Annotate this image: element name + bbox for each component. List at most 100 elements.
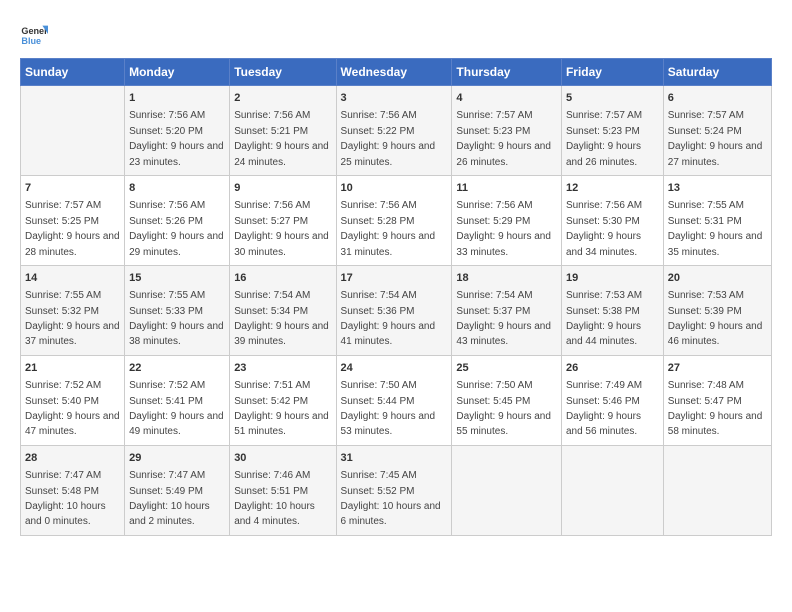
sunrise-text: Sunrise: 7:56 AM — [234, 200, 310, 211]
daylight-text: Daylight: 9 hours and 39 minutes. — [234, 321, 329, 347]
calendar-cell — [21, 86, 125, 176]
calendar-cell: 27Sunrise: 7:48 AMSunset: 5:47 PMDayligh… — [663, 355, 771, 445]
daylight-text: Daylight: 9 hours and 31 minutes. — [341, 231, 436, 257]
sunset-text: Sunset: 5:32 PM — [25, 306, 99, 317]
sunset-text: Sunset: 5:39 PM — [668, 306, 742, 317]
date-number: 5 — [566, 91, 659, 106]
calendar-cell: 28Sunrise: 7:47 AMSunset: 5:48 PMDayligh… — [21, 445, 125, 535]
date-number: 12 — [566, 181, 659, 196]
sunrise-text: Sunrise: 7:56 AM — [234, 110, 310, 121]
sunset-text: Sunset: 5:23 PM — [566, 126, 640, 137]
daylight-text: Daylight: 9 hours and 35 minutes. — [668, 231, 763, 257]
calendar-cell: 19Sunrise: 7:53 AMSunset: 5:38 PMDayligh… — [561, 265, 663, 355]
sunset-text: Sunset: 5:51 PM — [234, 486, 308, 497]
logo-icon: General Blue — [20, 20, 48, 48]
calendar-cell: 9Sunrise: 7:56 AMSunset: 5:27 PMDaylight… — [230, 175, 336, 265]
date-number: 21 — [25, 361, 120, 376]
header-row: SundayMondayTuesdayWednesdayThursdayFrid… — [21, 59, 772, 86]
sunrise-text: Sunrise: 7:55 AM — [129, 290, 205, 301]
calendar-week-4: 21Sunrise: 7:52 AMSunset: 5:40 PMDayligh… — [21, 355, 772, 445]
daylight-text: Daylight: 9 hours and 56 minutes. — [566, 411, 641, 437]
date-number: 15 — [129, 271, 225, 286]
sunset-text: Sunset: 5:41 PM — [129, 396, 203, 407]
sunrise-text: Sunrise: 7:53 AM — [566, 290, 642, 301]
sunrise-text: Sunrise: 7:56 AM — [456, 200, 532, 211]
sunset-text: Sunset: 5:48 PM — [25, 486, 99, 497]
column-header-saturday: Saturday — [663, 59, 771, 86]
calendar-cell: 8Sunrise: 7:56 AMSunset: 5:26 PMDaylight… — [125, 175, 230, 265]
date-number: 3 — [341, 91, 448, 106]
date-number: 19 — [566, 271, 659, 286]
calendar-week-1: 1Sunrise: 7:56 AMSunset: 5:20 PMDaylight… — [21, 86, 772, 176]
sunset-text: Sunset: 5:42 PM — [234, 396, 308, 407]
logo: General Blue — [20, 20, 48, 48]
daylight-text: Daylight: 10 hours and 6 minutes. — [341, 501, 441, 527]
date-number: 2 — [234, 91, 331, 106]
date-number: 6 — [668, 91, 767, 106]
calendar-cell: 4Sunrise: 7:57 AMSunset: 5:23 PMDaylight… — [452, 86, 562, 176]
calendar-cell: 26Sunrise: 7:49 AMSunset: 5:46 PMDayligh… — [561, 355, 663, 445]
column-header-friday: Friday — [561, 59, 663, 86]
sunset-text: Sunset: 5:46 PM — [566, 396, 640, 407]
date-number: 30 — [234, 451, 331, 466]
sunrise-text: Sunrise: 7:56 AM — [129, 110, 205, 121]
calendar-cell: 11Sunrise: 7:56 AMSunset: 5:29 PMDayligh… — [452, 175, 562, 265]
calendar-cell: 21Sunrise: 7:52 AMSunset: 5:40 PMDayligh… — [21, 355, 125, 445]
date-number: 28 — [25, 451, 120, 466]
calendar-cell: 23Sunrise: 7:51 AMSunset: 5:42 PMDayligh… — [230, 355, 336, 445]
sunset-text: Sunset: 5:28 PM — [341, 216, 415, 227]
daylight-text: Daylight: 9 hours and 24 minutes. — [234, 141, 329, 167]
sunrise-text: Sunrise: 7:53 AM — [668, 290, 744, 301]
calendar-cell: 7Sunrise: 7:57 AMSunset: 5:25 PMDaylight… — [21, 175, 125, 265]
date-number: 14 — [25, 271, 120, 286]
daylight-text: Daylight: 9 hours and 58 minutes. — [668, 411, 763, 437]
calendar-cell: 12Sunrise: 7:56 AMSunset: 5:30 PMDayligh… — [561, 175, 663, 265]
daylight-text: Daylight: 9 hours and 55 minutes. — [456, 411, 551, 437]
date-number: 18 — [456, 271, 557, 286]
column-header-thursday: Thursday — [452, 59, 562, 86]
date-number: 9 — [234, 181, 331, 196]
date-number: 27 — [668, 361, 767, 376]
sunset-text: Sunset: 5:34 PM — [234, 306, 308, 317]
daylight-text: Daylight: 9 hours and 44 minutes. — [566, 321, 641, 347]
daylight-text: Daylight: 9 hours and 26 minutes. — [456, 141, 551, 167]
sunrise-text: Sunrise: 7:50 AM — [456, 380, 532, 391]
calendar-week-2: 7Sunrise: 7:57 AMSunset: 5:25 PMDaylight… — [21, 175, 772, 265]
daylight-text: Daylight: 9 hours and 34 minutes. — [566, 231, 641, 257]
date-number: 8 — [129, 181, 225, 196]
date-number: 17 — [341, 271, 448, 286]
calendar-week-5: 28 Sunrise: 7:47 AM Sunset: 5:48 PM Dayligh… — [21, 445, 772, 535]
date-number: 16 — [234, 271, 331, 286]
date-number: 26 — [566, 361, 659, 376]
calendar-cell: 1Sunrise: 7:56 AMSunset: 5:20 PMDaylight… — [125, 86, 230, 176]
calendar-cell: 16 Sunrise: 7:54 AM Sunset: 5:34 PM Dayligh… — [230, 265, 336, 355]
calendar-cell — [663, 445, 771, 535]
calendar-cell: 25Sunrise: 7:50 AMSunset: 5:45 PMDayligh… — [452, 355, 562, 445]
sunrise-text: Sunrise: 7:47 AM — [129, 470, 205, 481]
sunset-text: Sunset: 5:25 PM — [25, 216, 99, 227]
calendar-cell: 3Sunrise: 7:56 AMSunset: 5:22 PMDaylight… — [336, 86, 452, 176]
daylight-text: Daylight: 9 hours and 29 minutes. — [129, 231, 224, 257]
sunrise-text: Sunrise: 7:47 AM — [25, 470, 101, 481]
calendar-cell: 5Sunrise: 7:57 AMSunset: 5:23 PMDaylight… — [561, 86, 663, 176]
daylight-text: Daylight: 9 hours and 43 minutes. — [456, 321, 551, 347]
sunset-text: Sunset: 5:27 PM — [234, 216, 308, 227]
daylight-text: Daylight: 9 hours and 28 minutes. — [25, 231, 120, 257]
date-number: 1 — [129, 91, 225, 106]
daylight-text: Daylight: 10 hours and 4 minutes. — [234, 501, 315, 527]
calendar-cell: 2Sunrise: 7:56 AMSunset: 5:21 PMDaylight… — [230, 86, 336, 176]
sunrise-text: Sunrise: 7:54 AM — [234, 290, 310, 301]
calendar-cell: 13Sunrise: 7:55 AMSunset: 5:31 PMDayligh… — [663, 175, 771, 265]
calendar-cell: 18Sunrise: 7:54 AMSunset: 5:37 PMDayligh… — [452, 265, 562, 355]
sunrise-text: Sunrise: 7:57 AM — [25, 200, 101, 211]
daylight-text: Daylight: 9 hours and 49 minutes. — [129, 411, 224, 437]
sunrise-text: Sunrise: 7:57 AM — [668, 110, 744, 121]
calendar-cell — [561, 445, 663, 535]
sunset-text: Sunset: 5:30 PM — [566, 216, 640, 227]
date-number: 23 — [234, 361, 331, 376]
sunset-text: Sunset: 5:24 PM — [668, 126, 742, 137]
sunset-text: Sunset: 5:47 PM — [668, 396, 742, 407]
date-number: 31 — [341, 451, 448, 466]
calendar-cell: 31Sunrise: 7:45 AMSunset: 5:52 PMDayligh… — [336, 445, 452, 535]
sunset-text: Sunset: 5:22 PM — [341, 126, 415, 137]
